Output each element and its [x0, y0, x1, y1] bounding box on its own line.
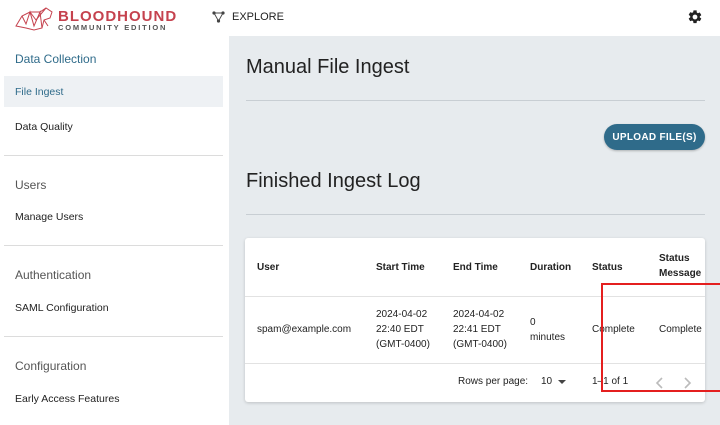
column-header-status-message[interactable]: Status Message [659, 251, 701, 281]
settings-sidebar: Data Collection File Ingest Data Quality… [0, 36, 229, 425]
column-header-status[interactable]: Status [592, 260, 623, 275]
sidebar-item-file-ingest[interactable]: File Ingest [4, 76, 223, 107]
sidebar-item-manage-users[interactable]: Manage Users [4, 201, 223, 232]
cell-start-time: 2024-04-02 22:40 EDT (GMT-0400) [376, 309, 430, 350]
sidebar-item-early-access-features[interactable]: Early Access Features [4, 383, 223, 414]
cell-duration: 0 minutes [530, 317, 566, 343]
section-title-data-collection: Data Collection [15, 52, 97, 66]
top-bar: BLOODHOUND COMMUNITY EDITION EXPLORE [0, 0, 720, 36]
cell-user: spam@example.com [257, 324, 352, 335]
pagination-range: 1–1 of 1 [592, 376, 629, 387]
column-header-start-time[interactable]: Start Time [376, 260, 425, 275]
ingest-log-table: User Start Time End Time Duration Status… [245, 238, 720, 402]
settings-gear-icon[interactable] [687, 9, 703, 30]
cell-status: Complete [592, 324, 635, 335]
explore-link[interactable]: EXPLORE [212, 9, 284, 25]
graph-icon [212, 11, 225, 23]
brand-edition: COMMUNITY EDITION [58, 23, 168, 32]
title-divider [246, 100, 705, 101]
rows-per-page-select[interactable]: 10 [541, 376, 568, 387]
page-title: Manual File Ingest [246, 56, 410, 78]
section-title-users: Users [15, 178, 47, 192]
row-divider [245, 363, 705, 364]
sidebar-divider [4, 155, 223, 156]
sidebar-divider [4, 245, 223, 246]
rows-per-page-label: Rows per page: [458, 376, 529, 387]
next-page-chevron-icon[interactable] [678, 374, 696, 392]
brand-name: BLOODHOUND [58, 8, 178, 25]
log-divider [246, 214, 705, 215]
bloodhound-dog-icon [15, 7, 53, 31]
cell-end-time: 2024-04-02 22:41 EDT (GMT-0400) [453, 309, 507, 350]
bloodhound-logo[interactable]: BLOODHOUND COMMUNITY EDITION [14, 4, 178, 32]
dropdown-arrow-icon [558, 379, 567, 384]
sidebar-item-data-quality[interactable]: Data Quality [4, 111, 223, 142]
sidebar-divider [4, 336, 223, 337]
section-title-authentication: Authentication [15, 268, 92, 282]
column-header-duration[interactable]: Duration [530, 260, 571, 275]
header-divider [245, 296, 705, 297]
explore-label: EXPLORE [232, 11, 284, 23]
sidebar-item-saml-configuration[interactable]: SAML Configuration [4, 292, 223, 323]
main-content: Manual File Ingest UPLOAD FILE(S) Finish… [229, 36, 720, 425]
ingest-log-title: Finished Ingest Log [246, 170, 421, 192]
section-title-configuration: Configuration [15, 359, 87, 373]
column-header-user[interactable]: User [257, 260, 279, 275]
column-header-end-time[interactable]: End Time [453, 260, 498, 275]
cell-status-message: Complete [659, 324, 702, 335]
previous-page-chevron-icon[interactable] [651, 374, 669, 392]
upload-files-button[interactable]: UPLOAD FILE(S) [604, 124, 705, 150]
